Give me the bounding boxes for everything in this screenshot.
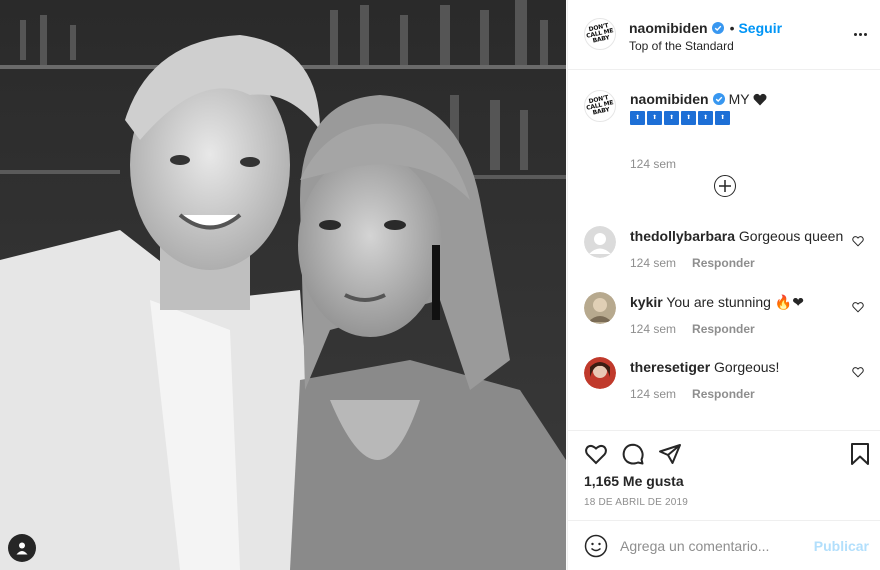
commenter-username[interactable]: thedollybarbara: [630, 228, 735, 244]
heart-outline-icon[interactable]: [852, 301, 864, 313]
caption-emoji-row: ⬆ ⬆ ⬆ ⬆ ⬆ ⬆: [630, 111, 730, 125]
comment-timestamp[interactable]: 124 sem: [630, 256, 676, 270]
commenter-username[interactable]: kykir: [630, 294, 663, 310]
commenter-avatar[interactable]: [584, 226, 616, 258]
caption-text: MY: [728, 91, 750, 107]
add-comment-form: Publicar: [568, 520, 880, 570]
separator-dot: •: [729, 20, 735, 36]
caption-avatar[interactable]: DON'T CALL ME BABY: [584, 90, 616, 122]
load-more-comments-button[interactable]: [714, 175, 736, 197]
location-link[interactable]: Top of the Standard: [629, 39, 734, 53]
user-tag-icon: [16, 542, 28, 555]
post-date[interactable]: 18 DE ABRIL DE 2019: [584, 497, 688, 508]
arrow-emoji: ⬆: [698, 111, 713, 125]
likes-count[interactable]: 1,165 Me gusta: [584, 473, 684, 489]
post-header: DON'T CALL ME BABY naomibiden • Seguir T…: [568, 0, 880, 70]
caption-username[interactable]: naomibiden: [630, 91, 709, 107]
default-avatar-icon: [584, 226, 616, 258]
follow-button[interactable]: Seguir: [738, 20, 782, 36]
commenter-username[interactable]: theresetiger: [630, 359, 710, 375]
arrow-emoji: ⬆: [681, 111, 696, 125]
heart-outline-icon[interactable]: [852, 366, 864, 378]
reply-button[interactable]: Responder: [692, 322, 755, 336]
reply-button[interactable]: Responder: [692, 387, 755, 401]
user-photo-avatar: [584, 292, 616, 324]
black-heart-icon: [753, 93, 767, 105]
post-details-panel: DON'T CALL ME BABY naomibiden • Seguir T…: [567, 0, 880, 570]
comments-list[interactable]: DON'T CALL ME BABY naomibiden MY ⬆ ⬆ ⬆ ⬆…: [568, 71, 880, 429]
avatar-logo-text: DON'T CALL ME BABY: [585, 22, 615, 45]
bookmark-icon[interactable]: [848, 442, 872, 466]
verified-badge-icon: [711, 22, 724, 34]
comment-item: theresetiger Gorgeous! 124 sem Responder: [584, 357, 874, 413]
author-username[interactable]: naomibiden: [629, 20, 708, 36]
more-options-button[interactable]: [852, 26, 868, 42]
smiley-icon[interactable]: [584, 534, 608, 558]
post-actions-bar: [568, 430, 880, 470]
caption-timestamp[interactable]: 124 sem: [630, 157, 676, 171]
commenter-avatar[interactable]: [584, 357, 616, 389]
commenter-avatar[interactable]: [584, 292, 616, 324]
heart-outline-icon[interactable]: [852, 235, 864, 247]
comment-text: You are stunning 🔥❤: [666, 294, 804, 310]
arrow-emoji: ⬆: [715, 111, 730, 125]
verified-badge-icon: [712, 93, 725, 105]
plus-circle-icon: [719, 180, 731, 192]
comment-item: kykir You are stunning 🔥❤ 124 sem Respon…: [584, 292, 874, 348]
user-tags-button[interactable]: [8, 534, 36, 562]
reply-button[interactable]: Responder: [692, 256, 755, 270]
heart-icon[interactable]: [584, 442, 608, 466]
photo-image: [0, 0, 566, 570]
arrow-emoji: ⬆: [664, 111, 679, 125]
post-photo[interactable]: [0, 0, 566, 570]
user-photo-avatar: [584, 357, 616, 389]
publish-comment-button[interactable]: Publicar: [814, 538, 869, 554]
comment-icon[interactable]: [621, 442, 645, 466]
avatar-logo-text: DON'T CALL ME BABY: [585, 94, 615, 117]
comment-timestamp[interactable]: 124 sem: [630, 322, 676, 336]
comment-input[interactable]: [620, 535, 810, 557]
arrow-emoji: ⬆: [630, 111, 645, 125]
more-options-icon: [853, 32, 857, 36]
arrow-emoji: ⬆: [647, 111, 662, 125]
author-avatar[interactable]: DON'T CALL ME BABY: [584, 18, 616, 50]
comment-text: Gorgeous queen: [738, 228, 844, 244]
share-icon[interactable]: [658, 442, 682, 466]
comment-timestamp[interactable]: 124 sem: [630, 387, 676, 401]
comment-text: Gorgeous!: [714, 359, 780, 375]
comment-item: thedollybarbara Gorgeous queen 124 sem R…: [584, 226, 874, 282]
